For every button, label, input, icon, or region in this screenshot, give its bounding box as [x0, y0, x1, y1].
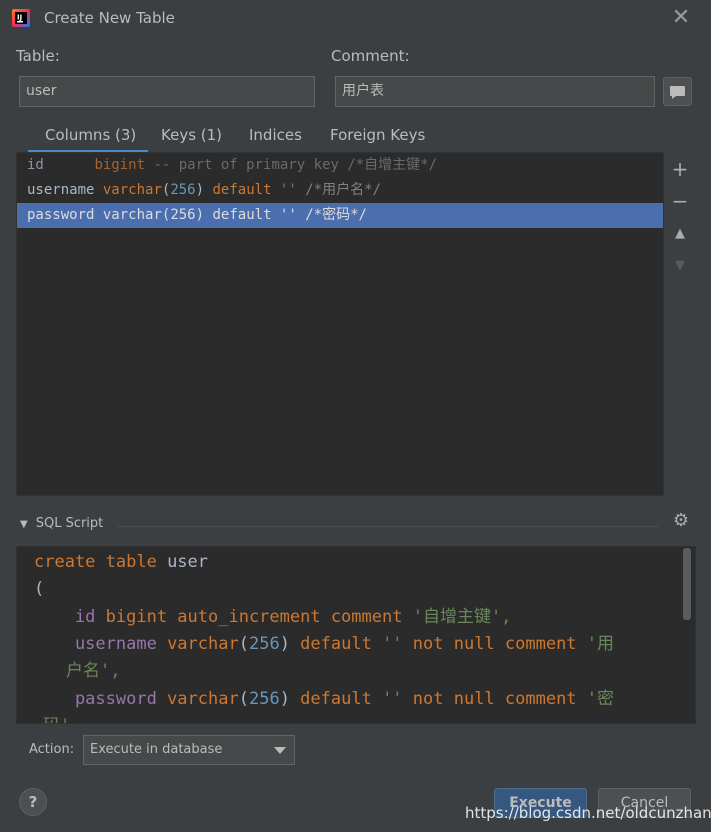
- sql-keyword: bigint auto_increment comment: [95, 607, 403, 627]
- sql-keyword: not null comment: [402, 689, 577, 709]
- column-name: password: [27, 207, 95, 223]
- sql-script-label: SQL Script: [35, 516, 104, 531]
- paren: ): [195, 207, 205, 223]
- sql-number: 256: [248, 634, 280, 654]
- sql-paren: ): [279, 689, 290, 709]
- code-line: username varchar(256) default '' not nul…: [34, 631, 614, 658]
- move-up-icon[interactable]: ▲: [668, 222, 692, 246]
- sql-keyword: default: [289, 689, 372, 709]
- comment-input[interactable]: 用户表: [335, 76, 655, 107]
- tab-columns[interactable]: Columns (3): [45, 126, 136, 144]
- column-size: 256: [170, 207, 196, 223]
- sql-keyword: create table: [34, 552, 157, 572]
- chevron-down-icon: [274, 747, 286, 754]
- gear-icon[interactable]: ⚙: [670, 510, 692, 532]
- code-line: id bigint auto_increment comment '自增主键',: [34, 604, 511, 631]
- window-title: Create New Table: [44, 9, 175, 27]
- sql-string: '': [371, 634, 403, 654]
- table-label: Table:: [16, 47, 60, 65]
- comment-label: Comment:: [331, 47, 410, 65]
- chevron-down-icon: ▼: [20, 519, 28, 530]
- column-default-value: '': [271, 207, 297, 223]
- sql-string: '用: [576, 634, 615, 654]
- column-name: id: [27, 157, 44, 173]
- table-name-input[interactable]: user: [19, 76, 315, 107]
- divider: [118, 526, 658, 527]
- sql-paren: (: [238, 634, 249, 654]
- sql-number: 256: [248, 689, 280, 709]
- column-default-keyword: default: [204, 207, 272, 223]
- column-default-value: '': [271, 182, 297, 198]
- column-type: varchar: [102, 207, 162, 223]
- sql-keyword: not null comment: [402, 634, 577, 654]
- watermark-text: https://blog.csdn.net/oldcunzhang: [465, 804, 711, 822]
- sql-string: '': [371, 689, 403, 709]
- action-label: Action:: [29, 742, 75, 757]
- sql-script-toggle[interactable]: ▼ SQL Script: [20, 516, 103, 531]
- sql-keyword: default: [289, 634, 372, 654]
- column-type: varchar: [102, 182, 162, 198]
- column-row-password[interactable]: password varchar(256) default '' /*密码*/: [17, 203, 663, 228]
- sql-keyword: varchar: [156, 634, 239, 654]
- add-column-icon[interactable]: +: [668, 157, 692, 181]
- move-down-icon[interactable]: ▼: [668, 254, 692, 278]
- columns-list[interactable]: id bigint -- part of primary key /*自增主键*…: [16, 152, 664, 496]
- column-note: -- part of primary key: [145, 157, 348, 173]
- column-default-keyword: default: [204, 182, 272, 198]
- sql-string: 码': [43, 716, 70, 723]
- sql-paren: (: [238, 689, 249, 709]
- sql-identifier: password: [34, 689, 157, 709]
- app-icon: IJ: [12, 9, 30, 27]
- column-comment: /*密码*/: [296, 207, 367, 223]
- sql-identifier: username: [34, 634, 157, 654]
- close-icon[interactable]: ✕: [669, 6, 693, 30]
- tab-foreign-keys[interactable]: Foreign Keys: [330, 126, 425, 144]
- sql-paren: ): [279, 634, 290, 654]
- sql-string: '自增主键',: [402, 607, 512, 627]
- sql-paren: (: [34, 579, 45, 599]
- comment-editor-button[interactable]: [663, 77, 692, 106]
- sql-identifier: id: [34, 607, 96, 627]
- column-row-username[interactable]: username varchar(256) default '' /*用户名*/: [17, 178, 663, 203]
- editor-scrollbar[interactable]: [683, 548, 691, 620]
- sql-string: '密: [576, 689, 615, 709]
- action-dropdown[interactable]: Execute in database: [83, 735, 295, 765]
- help-button[interactable]: ?: [19, 788, 47, 816]
- remove-column-icon[interactable]: −: [668, 189, 692, 213]
- code-line: 户名',: [66, 658, 120, 685]
- sql-editor[interactable]: create table user ( id bigint auto_incre…: [16, 546, 696, 724]
- action-selected-value: Execute in database: [90, 742, 223, 757]
- column-name: username: [27, 182, 95, 198]
- paren: ): [195, 182, 205, 198]
- column-comment: /*自增主键*/: [347, 157, 438, 173]
- column-size: 256: [170, 182, 196, 198]
- tab-indices[interactable]: Indices: [249, 126, 302, 144]
- column-type: bigint: [94, 157, 146, 173]
- sql-keyword: varchar: [156, 689, 239, 709]
- sql-identifier: user: [156, 552, 209, 572]
- speech-bubble-icon: [670, 86, 685, 99]
- column-row-id[interactable]: id bigint -- part of primary key /*自增主键*…: [17, 153, 663, 178]
- code-line: (: [34, 576, 44, 603]
- tab-keys[interactable]: Keys (1): [161, 126, 222, 144]
- code-line: create table user: [34, 549, 208, 576]
- svg-text:IJ: IJ: [17, 14, 22, 22]
- code-line: 码': [43, 713, 70, 723]
- sql-string: 户名',: [66, 661, 121, 681]
- code-line: password varchar(256) default '' not nul…: [34, 686, 614, 713]
- column-comment: /*用户名*/: [296, 182, 381, 198]
